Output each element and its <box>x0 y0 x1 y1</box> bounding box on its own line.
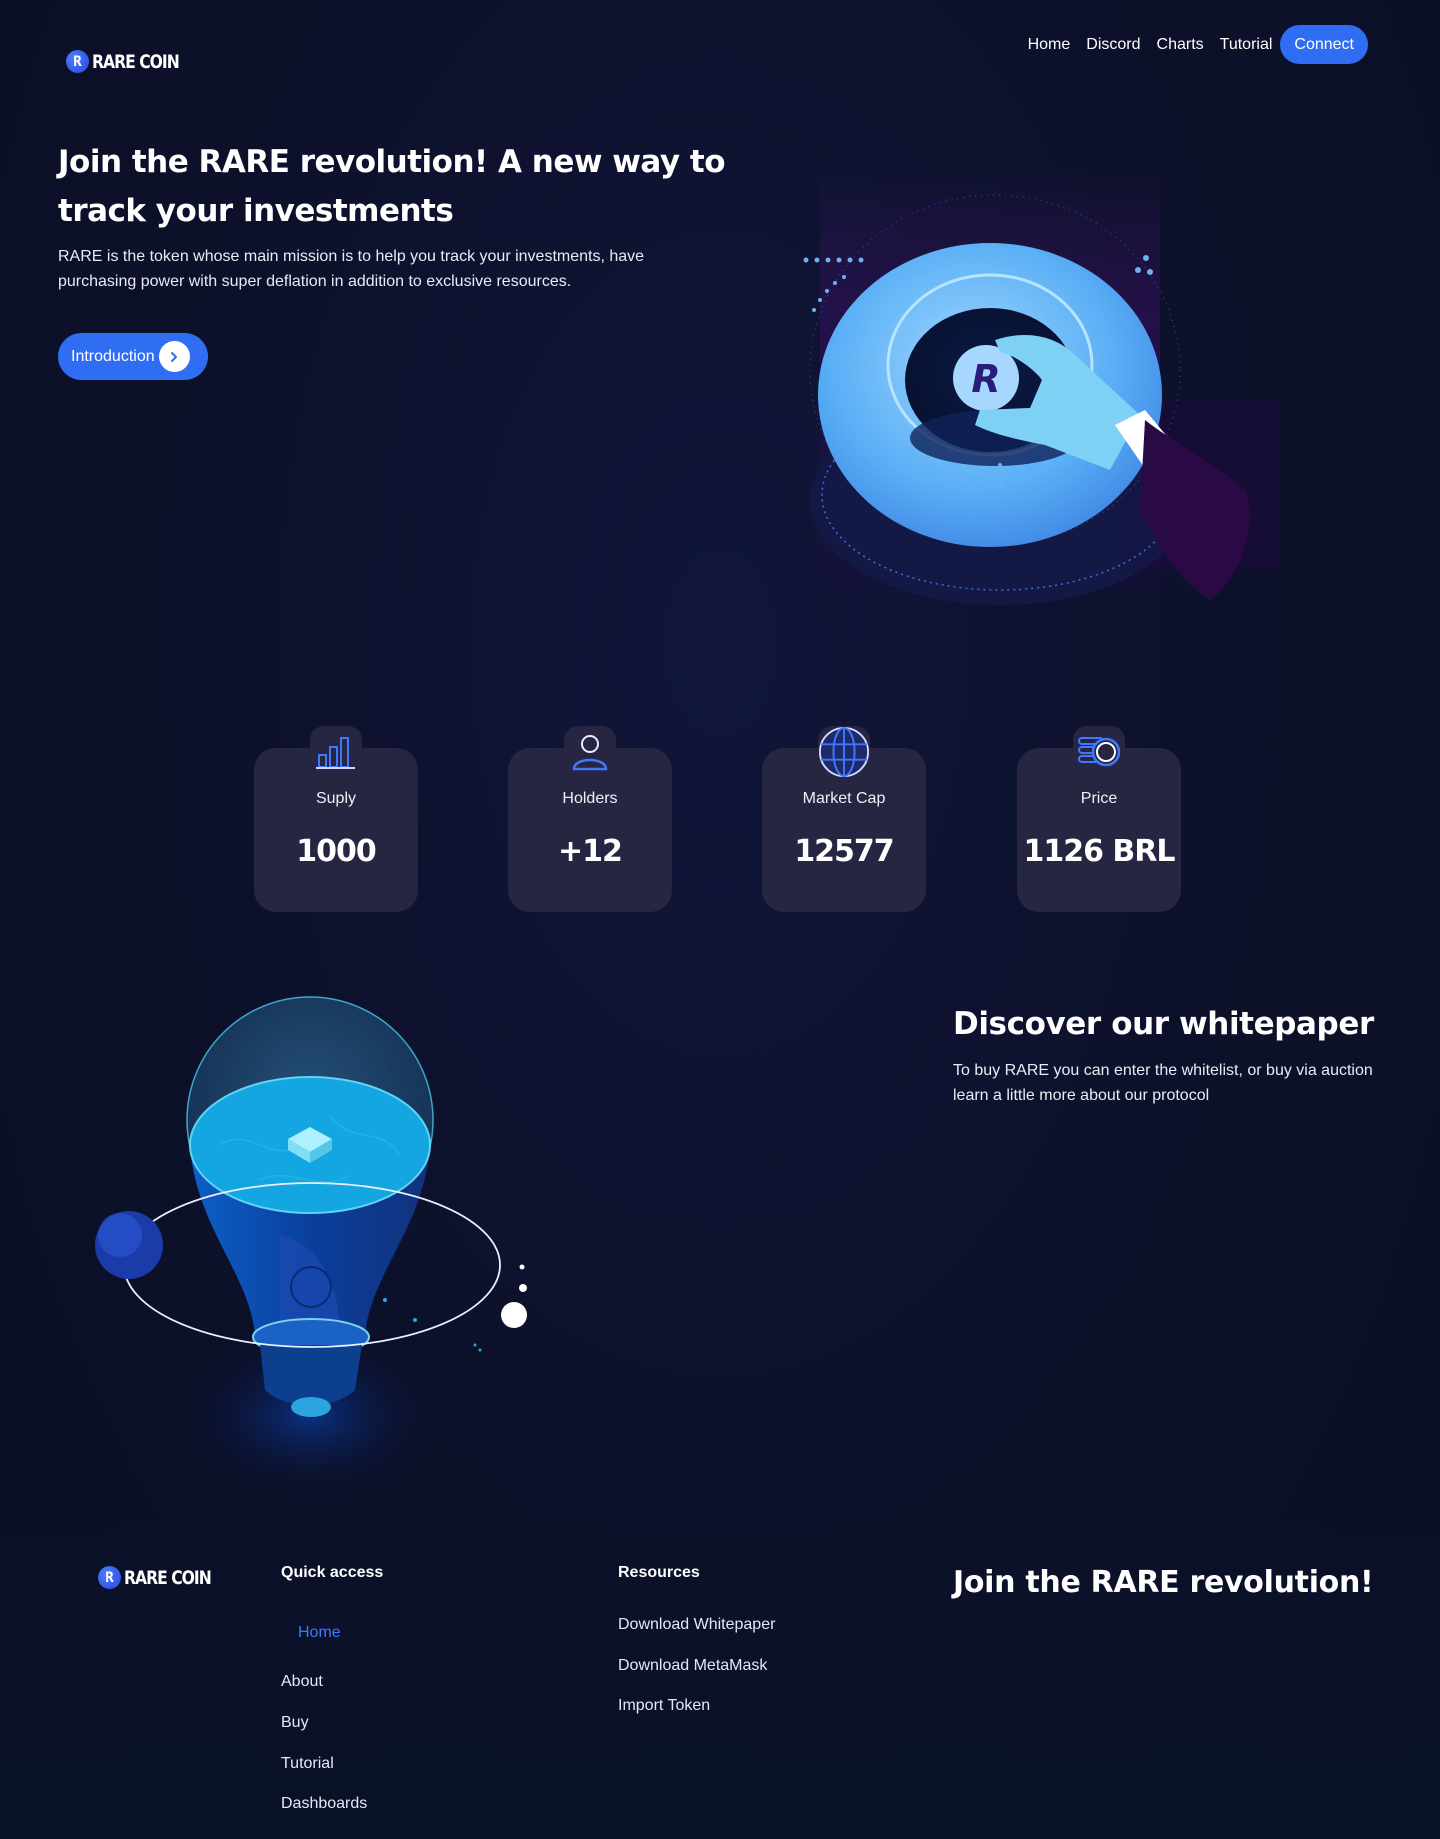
stat-label: Suply <box>315 790 357 807</box>
stat-label: Market Cap <box>802 790 886 807</box>
stat-card-supply: Suply 1000 <box>254 726 418 912</box>
stat-value: 1126 BRL <box>1023 834 1175 869</box>
brand-name: RARE COIN <box>92 50 180 73</box>
stat-card-price: Price 1126 BRL <box>1017 726 1181 912</box>
stat-label: Price <box>1080 790 1118 807</box>
footer-link-home[interactable]: Home <box>298 1624 341 1642</box>
footer-logo[interactable]: R RARE COIN <box>98 1566 230 1589</box>
coin-logo-icon: R <box>98 1566 121 1589</box>
brand-name: RARE COIN <box>124 1566 212 1589</box>
lightbulb-illustration <box>90 995 540 1505</box>
nav-tutorial[interactable]: Tutorial <box>1220 36 1273 54</box>
footer-link-download-whitepaper[interactable]: Download Whitepaper <box>618 1616 775 1634</box>
whitepaper-subtitle: To buy RARE you can enter the whitelist,… <box>953 1062 1373 1104</box>
nav-home[interactable]: Home <box>1028 36 1071 54</box>
top-nav: Home Discord Charts Tutorial Connect <box>1012 25 1368 64</box>
footer-resources-heading: Resources <box>618 1564 700 1581</box>
footer-link-import-token[interactable]: Import Token <box>618 1697 710 1715</box>
chevron-right-icon <box>158 341 190 372</box>
nav-discord[interactable]: Discord <box>1086 36 1140 54</box>
header-logo[interactable]: R RARE COIN <box>66 50 198 73</box>
nav-charts[interactable]: Charts <box>1157 36 1204 54</box>
footer-link-download-metamask[interactable]: Download MetaMask <box>618 1657 767 1675</box>
footer-cta: Join the RARE revolution! <box>953 1565 1374 1600</box>
stat-card-market-cap: Market Cap 12577 <box>762 726 926 912</box>
bar-chart-icon <box>310 726 362 778</box>
hero-subtitle: RARE is the token whose main mission is … <box>58 248 645 290</box>
stat-value: 12577 <box>794 834 894 869</box>
footer-link-about[interactable]: About <box>281 1673 323 1691</box>
footer-link-buy[interactable]: Buy <box>281 1714 309 1732</box>
introduction-button-label: Introduction <box>71 347 155 365</box>
connect-button[interactable]: Connect <box>1280 25 1368 64</box>
stat-label: Holders <box>562 790 618 807</box>
stat-value: +12 <box>558 834 623 869</box>
stat-value: 1000 <box>296 834 377 869</box>
user-icon <box>564 726 616 778</box>
coin-logo-icon: R <box>66 50 89 73</box>
hero-illustration: R <box>790 140 1280 640</box>
coins-icon <box>1073 726 1125 778</box>
introduction-button[interactable]: Introduction <box>58 333 208 380</box>
whitepaper-title: Discover our whitepaper <box>953 1006 1374 1042</box>
hero-title: Join the RARE revolution! A new way to t… <box>58 144 726 229</box>
footer-quick-access-heading: Quick access <box>281 1564 384 1581</box>
footer-link-tutorial[interactable]: Tutorial <box>281 1755 334 1773</box>
globe-icon <box>818 726 870 778</box>
stat-card-holders: Holders +12 <box>508 726 672 912</box>
hero-coin-letter: R <box>971 357 1000 401</box>
footer-link-dashboards[interactable]: Dashboards <box>281 1795 367 1813</box>
